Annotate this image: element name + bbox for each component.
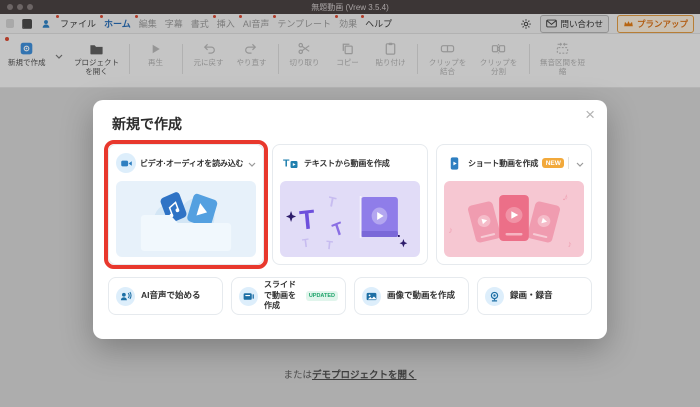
card-header: ショート動画を作成 NEW [444, 152, 584, 174]
quick-label: 画像で動画を作成 [387, 290, 456, 301]
start-with-ai-voice-button[interactable]: AI音声で始める [108, 277, 223, 315]
video-camera-icon [116, 153, 136, 173]
header-divider [568, 157, 570, 169]
open-demo-project-link[interactable]: デモプロジェクトを開く [312, 370, 417, 381]
svg-text:♪: ♪ [448, 225, 453, 235]
image-icon [362, 286, 381, 306]
create-video-from-images-button[interactable]: 画像で動画を作成 [354, 277, 469, 315]
ai-voice-icon [116, 286, 135, 306]
card-import-video-audio[interactable]: ビデオ·オーディオを読み込む [104, 140, 268, 269]
svg-text:T: T [325, 239, 333, 252]
new-badge: NEW [542, 158, 565, 168]
create-video-from-slides-button[interactable]: スライドで動画を作成 UPDATED [231, 277, 346, 315]
card-short-video[interactable]: ショート動画を作成 NEW ♪ ♪ ♪ [436, 144, 592, 265]
card-header: T テキストから動画を作成 [280, 152, 420, 174]
card-header: ビデオ·オーディオを読み込む [116, 152, 256, 174]
quick-actions-row: AI音声で始める スライドで動画を作成 UPDATED 画像で動画を作成 録画・… [108, 277, 592, 315]
text-to-video-illustration: T T T T T [280, 181, 420, 257]
shorts-phone-icon [444, 153, 464, 173]
modal-title: 新規で作成 [112, 116, 182, 132]
import-illustration [116, 181, 256, 257]
card-label: ビデオ·オーディオを読み込む [140, 158, 244, 168]
modal-layer: 新規で作成 × ビデオ·オーディオを読み込む T テキストから動画を作成 T T… [0, 0, 700, 407]
quick-label: 録画・録音 [510, 290, 553, 301]
quick-label: AI音声で始める [141, 290, 201, 301]
webcam-icon [485, 286, 504, 306]
footer-prefix: または [283, 370, 312, 381]
record-screen-audio-button[interactable]: 録画・録音 [477, 277, 592, 315]
close-icon[interactable]: × [585, 106, 595, 123]
slides-icon [239, 286, 258, 306]
card-text-to-video[interactable]: T テキストから動画を作成 T T T T T [272, 144, 428, 265]
svg-text:T: T [298, 205, 316, 236]
create-options-row: ビデオ·オーディオを読み込む T テキストから動画を作成 T T T T T シ… [104, 140, 592, 269]
new-project-modal: 新規で作成 × ビデオ·オーディオを読み込む T テキストから動画を作成 T T… [93, 100, 607, 339]
demo-project-footer: またはデモプロジェクトを開く [283, 367, 416, 381]
updated-badge: UPDATED [305, 291, 338, 301]
text-video-icon: T [280, 153, 300, 173]
chevron-down-icon[interactable] [248, 154, 256, 172]
short-video-illustration: ♪ ♪ ♪ [444, 181, 584, 257]
chevron-down-icon[interactable] [576, 154, 584, 172]
card-label: テキストから動画を作成 [304, 158, 390, 168]
svg-text:T: T [283, 158, 290, 170]
quick-label: スライドで動画を作成 [264, 280, 296, 311]
card-label: ショート動画を作成 [468, 158, 539, 168]
